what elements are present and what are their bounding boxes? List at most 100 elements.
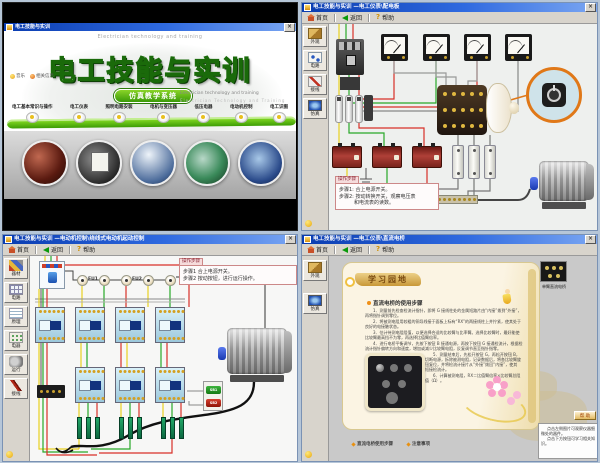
music-ball-icon[interactable]: [305, 220, 312, 227]
sidebar-label: 电路: [5, 296, 27, 301]
home-button-label: 首页: [316, 13, 328, 22]
sidebar-button-principle[interactable]: 原理: [4, 306, 28, 327]
menu-oval-button[interactable]: [197, 112, 210, 123]
music-ball-icon[interactable]: [6, 451, 13, 458]
close-button[interactable]: ×: [585, 3, 596, 12]
back-button[interactable]: 返回: [40, 245, 66, 254]
help-panel-button[interactable]: 帮 助: [574, 411, 596, 420]
photo-motor: [184, 140, 230, 186]
link-precautions[interactable]: 注意事项: [407, 441, 430, 447]
back-button[interactable]: 返回: [339, 13, 365, 22]
music-ball-icon[interactable]: [305, 451, 312, 458]
contactor-4: [155, 307, 185, 343]
sidebar-button-simulation[interactable]: 仿真: [303, 293, 327, 314]
help-icon: [376, 14, 380, 21]
fuse-label-fu2: FU2: [132, 277, 142, 282]
menu-oval-button[interactable]: [26, 112, 39, 123]
menu-oval-button[interactable]: [73, 112, 86, 123]
mini-buttons: 音乐 相关信息: [10, 73, 54, 79]
bridge-thumbnail[interactable]: [540, 261, 567, 282]
motor-end-cap: [586, 164, 594, 200]
sidebar-label: 接线: [5, 392, 27, 397]
info-button[interactable]: 相关信息: [30, 73, 54, 79]
contact-terminals: [159, 370, 162, 373]
window-title: 电工技能与实训 —电工仪表\直流电桥: [313, 235, 585, 244]
terminal-studs: [443, 92, 447, 96]
box-icon: [308, 262, 322, 273]
switch-knob-zoom[interactable]: [542, 83, 566, 107]
fuse-element-5: [165, 275, 176, 286]
sidebar-button-wiring[interactable]: 接线: [4, 378, 28, 399]
panel-motor-control: 电工技能与实训 —电动机控制\绕线式电动机起动控制 × 首页 返回 帮助 器材 …: [2, 234, 298, 462]
start-button[interactable]: SB1: [206, 386, 221, 394]
resistor-bank-2: [119, 417, 142, 439]
toolbar-separator: [368, 246, 370, 254]
close-button[interactable]: ×: [285, 235, 296, 244]
back-button-label: 返回: [51, 245, 63, 254]
sidebar: 外观 仿真: [302, 255, 329, 461]
sidebar-button-devices[interactable]: 电器: [4, 330, 28, 351]
menu-item-lighting[interactable]: 照明电路安装: [106, 104, 133, 123]
resistor: [161, 417, 166, 439]
sidebar-button-appearance[interactable]: 外观: [303, 260, 327, 281]
sidebar-label: 外观: [304, 274, 326, 279]
home-button[interactable]: 首页: [305, 13, 331, 22]
help-button[interactable]: 帮助: [74, 245, 98, 254]
menu-oval-button[interactable]: [113, 112, 126, 123]
contactor-nameplate: [50, 321, 61, 330]
help-button[interactable]: 帮助: [373, 245, 397, 254]
stop-button[interactable]: SB2: [206, 399, 221, 407]
menu-item-motors-transformers[interactable]: 电机与变压器: [150, 104, 177, 123]
help-text-box: 点击左侧图片可观察仪器细微处的器件。 点击下方按钮可学习相关知识。: [538, 423, 597, 459]
home-icon: [9, 249, 15, 253]
fuse-holder: [364, 95, 373, 121]
menu-oval-button[interactable]: [273, 112, 286, 123]
menu-label: 电工仪表: [70, 104, 88, 110]
home-icon: [308, 249, 314, 253]
window-titlebar: 电工技能与实训 —电工仪表\直流电桥 ×: [302, 235, 597, 244]
operation-steps-box: 操作步骤 步骤1: 合上电源开关。 步骤2: 按动转换开关，观察电压表 和电流表…: [335, 183, 439, 210]
back-button[interactable]: 返回: [339, 245, 365, 254]
sidebar-button-simulation[interactable]: 仿真: [303, 98, 327, 119]
resistor: [170, 417, 175, 439]
menu-item-basics[interactable]: 电工基本常识与操作: [12, 104, 53, 123]
menu-item-instruments[interactable]: 电工仪表: [70, 104, 88, 123]
link-usage-steps[interactable]: 直流电桥使用步骤: [352, 441, 393, 447]
sidebar-button-wiring[interactable]: 接线: [303, 74, 327, 95]
menu-item-motor-control[interactable]: 电动机控制: [230, 104, 253, 123]
menu-item-drawing-reading[interactable]: 电工识图: [270, 104, 288, 123]
close-button[interactable]: ×: [284, 23, 295, 32]
terminal-block: [37, 385, 65, 398]
help-icon: [77, 246, 81, 253]
contactor-nameplate: [130, 381, 141, 390]
sidebar-button-circuit[interactable]: 电路: [4, 282, 28, 303]
menu-oval-button[interactable]: [157, 112, 170, 123]
rotary-changeover-switch[interactable]: [437, 85, 487, 135]
home-button[interactable]: 首页: [305, 245, 331, 254]
pliers-icon: [9, 380, 23, 391]
toolbar-separator: [69, 246, 71, 254]
menu-item-low-voltage[interactable]: 低压电器: [195, 104, 213, 123]
sidebar-button-appearance[interactable]: 外观: [303, 26, 327, 47]
menu-oval-button[interactable]: [235, 112, 248, 123]
music-button[interactable]: 音乐: [10, 73, 25, 79]
power-switch[interactable]: [39, 261, 65, 289]
sidebar-button-equipment[interactable]: 器材: [4, 258, 28, 279]
thumbnail-label: 单臂直流电桥: [533, 284, 575, 290]
instrument-knobs: [376, 364, 384, 372]
switch-lever[interactable]: [346, 55, 356, 66]
ammeter-2: [423, 34, 450, 61]
sidebar-button-run[interactable]: 运行: [4, 354, 28, 375]
resistor-bank-3: [161, 417, 184, 439]
simulation-canvas: FU1 FU2 SB1 SB2 操作步骤: [29, 255, 297, 461]
home-button[interactable]: 首页: [6, 245, 32, 254]
sidebar-button-circuit[interactable]: 电路: [303, 50, 327, 71]
switch-handle[interactable]: [509, 102, 519, 114]
monitor-icon: [308, 100, 322, 111]
resistor: [128, 417, 133, 439]
close-button[interactable]: ×: [585, 235, 596, 244]
bridge-instrument-photo[interactable]: [365, 353, 425, 411]
help-button[interactable]: 帮助: [373, 13, 397, 22]
power-switch[interactable]: [336, 39, 364, 75]
switch-toggle[interactable]: [48, 272, 57, 283]
